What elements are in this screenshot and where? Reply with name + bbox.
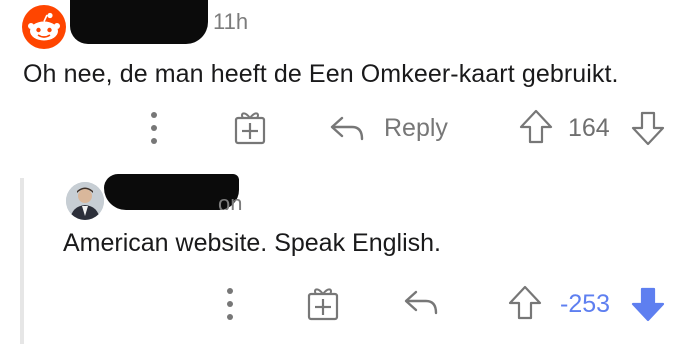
timestamp: 11h [213,9,249,34]
reply-icon [330,116,364,141]
more-options-icon [227,288,233,320]
gift-icon [307,288,339,321]
avatar[interactable] [22,5,66,49]
comment-body: Oh nee, de man heeft de Een Omkeer-kaart… [23,60,619,88]
more-options-icon [151,112,157,144]
downvote-button[interactable] [630,286,666,324]
vote-score: 164 [568,114,610,142]
more-options-button[interactable] [146,110,162,146]
reply-icon [404,290,438,315]
upvote-icon [519,109,553,144]
reply-button[interactable] [402,287,442,317]
avatar[interactable] [66,182,104,220]
reply-button[interactable]: Reply [328,110,448,146]
downvote-button[interactable] [630,110,666,148]
give-award-button[interactable] [232,108,268,146]
vote-score: -253 [560,290,611,318]
upvote-button[interactable] [518,108,554,146]
give-award-button[interactable] [305,284,341,322]
thread-line[interactable] [20,178,24,344]
downvote-icon [631,287,665,322]
gift-icon [234,112,266,145]
upvote-icon [508,285,542,320]
reddit-snoo-icon [28,12,60,41]
more-options-button[interactable] [222,286,238,322]
redacted-username [70,0,208,44]
comment-body: American website. Speak English. [63,229,441,257]
downvote-icon [631,111,665,146]
reply-label: Reply [384,113,448,142]
username-fragment: on [218,196,243,210]
upvote-button[interactable] [507,284,543,322]
user-photo-icon [66,182,104,220]
